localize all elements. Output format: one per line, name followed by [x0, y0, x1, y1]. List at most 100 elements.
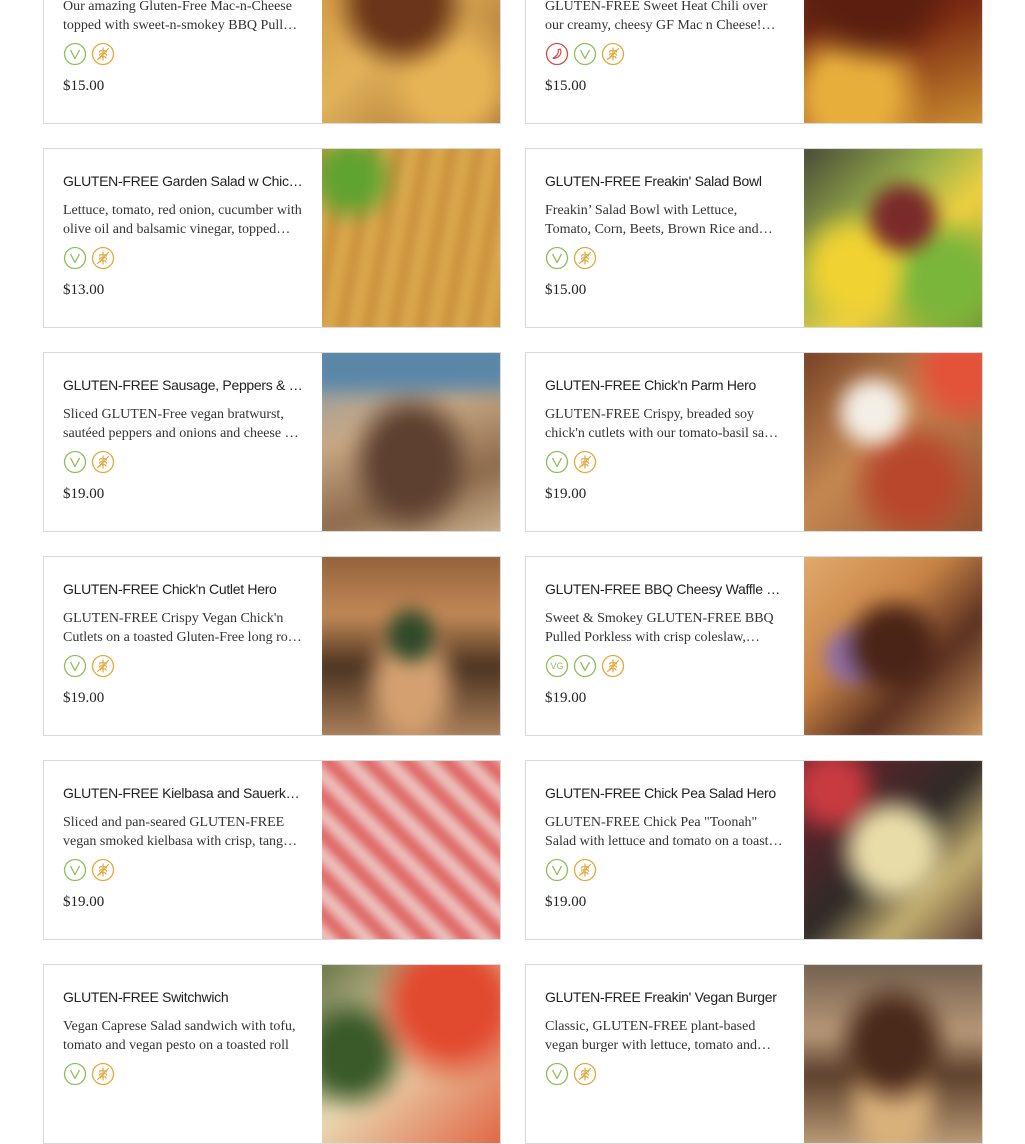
menu-item-card[interactable]: GLUTEN-FREE Switchwich Vegan Caprese Sala…	[43, 964, 501, 1144]
menu-item-photo[interactable]	[322, 149, 500, 327]
gluten-free-icon	[91, 42, 115, 66]
gluten-free-icon	[91, 1062, 115, 1086]
vegan-icon	[545, 450, 569, 474]
dietary-tags	[63, 1062, 115, 1086]
menu-item-photo[interactable]	[804, 149, 982, 327]
menu-item-info: GLUTEN-FREE Switchwich Vegan Caprese Sala…	[63, 965, 303, 1143]
gluten-free-icon	[91, 246, 115, 270]
menu-item-price: $15.00	[545, 78, 587, 94]
menu-item-price: $19.00	[545, 486, 587, 502]
spicy-icon	[545, 42, 569, 66]
menu-item-description: Sliced GLUTEN-Free vegan bratwurst, saut…	[63, 407, 299, 441]
menu-item-info: GLUTEN-FREE Freakin' Salad Bowl Freakin’ …	[545, 149, 785, 327]
vegan-icon	[573, 654, 597, 678]
menu-item-title: GLUTEN-FREE Chick Pea Salad Hero	[545, 785, 776, 801]
dietary-tags	[545, 450, 597, 474]
menu-item-card[interactable]: GLUTEN-FREE Sweet Heat Chili over our cr…	[525, 0, 983, 124]
dietary-tags	[63, 654, 115, 678]
menu-item-info: GLUTEN-FREE Garden Salad w Chick'n Lettuc…	[63, 149, 303, 327]
dietary-tags	[545, 246, 597, 270]
menu-grid: Our amazing Gluten-Free Mac-n-Cheese top…	[0, 0, 1025, 1144]
menu-item-info: GLUTEN-FREE Sausage, Peppers & Onions He…	[63, 353, 303, 531]
menu-item-photo[interactable]	[322, 0, 500, 123]
menu-item-title: GLUTEN-FREE Switchwich	[63, 989, 229, 1005]
dietary-tags: VG	[545, 654, 625, 678]
gluten-free-icon	[573, 858, 597, 882]
menu-item-card[interactable]: GLUTEN-FREE Freakin' Vegan Burger Classic…	[525, 964, 983, 1144]
menu-item-card[interactable]: GLUTEN-FREE Sausage, Peppers & Onions He…	[43, 352, 501, 532]
dietary-tags	[63, 246, 115, 270]
menu-item-title: GLUTEN-FREE Chick'n Parm Hero	[545, 377, 757, 393]
gluten-free-icon	[91, 654, 115, 678]
gluten-free-icon	[91, 858, 115, 882]
vegan-icon	[63, 1062, 87, 1086]
dietary-tags	[545, 858, 597, 882]
menu-item-card[interactable]: GLUTEN-FREE BBQ Cheesy Waffle Fry Sandwi…	[525, 556, 983, 736]
menu-item-price: $19.00	[63, 486, 105, 502]
menu-item-photo[interactable]	[804, 965, 982, 1143]
menu-item-price: $15.00	[545, 282, 587, 298]
vegan-icon	[545, 858, 569, 882]
menu-item-info: GLUTEN-FREE Chick Pea Salad Hero GLUTEN-F…	[545, 761, 785, 939]
menu-item-info: GLUTEN-FREE Kielbasa and Sauerkraut Hero…	[63, 761, 303, 939]
menu-item-title: GLUTEN-FREE Kielbasa and Sauerkraut Hero	[63, 785, 303, 801]
menu-item-card[interactable]: GLUTEN-FREE Chick'n Cutlet Hero GLUTEN-FR…	[43, 556, 501, 736]
menu-item-description: GLUTEN-FREE Chick Pea "Toonah" Salad wit…	[545, 815, 782, 849]
gluten-free-icon	[573, 1062, 597, 1086]
menu-item-photo[interactable]	[322, 761, 500, 939]
menu-item-price: $19.00	[63, 690, 105, 706]
menu-item-photo[interactable]	[322, 557, 500, 735]
menu-item-photo[interactable]	[804, 0, 982, 123]
gluten-free-icon	[573, 246, 597, 270]
menu-item-info: GLUTEN-FREE Chick'n Parm Hero GLUTEN-FREE…	[545, 353, 785, 531]
vegan-icon	[63, 858, 87, 882]
menu-item-price: $19.00	[63, 894, 105, 910]
menu-item-description: Freakin’ Salad Bowl with Lettuce, Tomato…	[545, 203, 759, 237]
gluten-free-icon	[573, 450, 597, 474]
gluten-free-icon	[601, 42, 625, 66]
menu-item-description: Our amazing Gluten-Free Mac-n-Cheese top…	[63, 0, 297, 33]
dietary-tags	[63, 42, 115, 66]
vegan-icon	[63, 246, 87, 270]
menu-item-title: GLUTEN-FREE Chick'n Cutlet Hero	[63, 581, 277, 597]
menu-item-price: $15.00	[63, 78, 105, 94]
vegan-icon	[545, 1062, 569, 1086]
menu-item-photo[interactable]	[322, 353, 500, 531]
menu-item-card[interactable]: Our amazing Gluten-Free Mac-n-Cheese top…	[43, 0, 501, 124]
vegan-icon	[63, 450, 87, 474]
menu-item-description: Classic, GLUTEN-FREE plant-based vegan b…	[545, 1019, 758, 1053]
dietary-tags	[63, 858, 115, 882]
menu-item-description: GLUTEN-FREE Crispy Vegan Chick'n Cutlets…	[63, 611, 296, 645]
vegetarian-icon: VG	[545, 654, 569, 678]
menu-item-description: Sliced and pan-seared GLUTEN-FREE vegan …	[63, 815, 291, 849]
menu-item-info: GLUTEN-FREE Sweet Heat Chili over our cr…	[545, 0, 785, 123]
menu-item-title: GLUTEN-FREE Garden Salad w Chick'n	[63, 173, 303, 189]
menu-item-description: Sweet & Smokey GLUTEN-FREE BBQ Pulled Po…	[545, 611, 774, 645]
menu-item-card[interactable]: GLUTEN-FREE Kielbasa and Sauerkraut Hero…	[43, 760, 501, 940]
menu-item-price: $19.00	[545, 690, 587, 706]
menu-item-info: Our amazing Gluten-Free Mac-n-Cheese top…	[63, 0, 303, 123]
menu-item-description: Lettuce, tomato, red onion, cucumber wit…	[63, 203, 302, 237]
menu-item-card[interactable]: GLUTEN-FREE Freakin' Salad Bowl Freakin’ …	[525, 148, 983, 328]
menu-item-card[interactable]: GLUTEN-FREE Garden Salad w Chick'n Lettuc…	[43, 148, 501, 328]
menu-item-description: GLUTEN-FREE Sweet Heat Chili over our cr…	[545, 0, 768, 33]
menu-item-photo[interactable]	[804, 761, 982, 939]
menu-item-title: GLUTEN-FREE Freakin' Salad Bowl	[545, 173, 762, 189]
menu-item-title: GLUTEN-FREE BBQ Cheesy Waffle Fry Sandwi…	[545, 581, 785, 597]
menu-item-price: $13.00	[63, 282, 105, 298]
menu-item-photo[interactable]	[322, 965, 500, 1143]
menu-item-photo[interactable]	[804, 557, 982, 735]
gluten-free-icon	[601, 654, 625, 678]
menu-item-info: GLUTEN-FREE Chick'n Cutlet Hero GLUTEN-FR…	[63, 557, 303, 735]
menu-item-card[interactable]: GLUTEN-FREE Chick'n Parm Hero GLUTEN-FREE…	[525, 352, 983, 532]
dietary-tags	[545, 42, 625, 66]
vegan-icon	[63, 42, 87, 66]
menu-item-info: GLUTEN-FREE Freakin' Vegan Burger Classic…	[545, 965, 785, 1143]
svg-text:VG: VG	[550, 661, 563, 671]
vegan-icon	[573, 42, 597, 66]
gluten-free-icon	[91, 450, 115, 474]
dietary-tags	[63, 450, 115, 474]
menu-item-card[interactable]: GLUTEN-FREE Chick Pea Salad Hero GLUTEN-F…	[525, 760, 983, 940]
menu-item-title: GLUTEN-FREE Sausage, Peppers & Onions He…	[63, 377, 303, 393]
menu-item-photo[interactable]	[804, 353, 982, 531]
